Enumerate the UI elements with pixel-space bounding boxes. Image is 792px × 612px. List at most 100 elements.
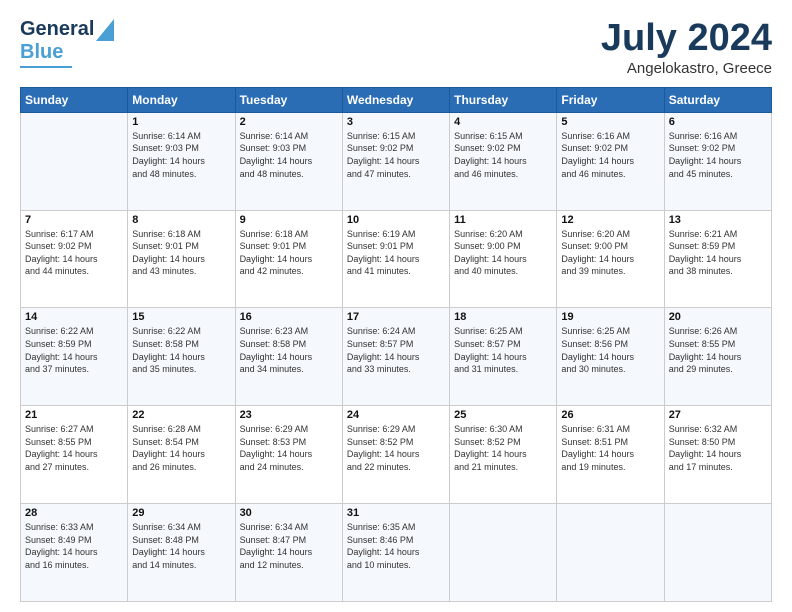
cell-daylight-info: Sunrise: 6:18 AM Sunset: 9:01 PM Dayligh…	[132, 228, 230, 278]
day-number: 5	[561, 116, 659, 128]
cell-daylight-info: Sunrise: 6:26 AM Sunset: 8:55 PM Dayligh…	[669, 325, 767, 375]
day-number: 12	[561, 214, 659, 226]
cell-daylight-info: Sunrise: 6:24 AM Sunset: 8:57 PM Dayligh…	[347, 325, 445, 375]
cell-daylight-info: Sunrise: 6:29 AM Sunset: 8:52 PM Dayligh…	[347, 423, 445, 473]
calendar-cell: 11Sunrise: 6:20 AM Sunset: 9:00 PM Dayli…	[450, 210, 557, 308]
day-number: 13	[669, 214, 767, 226]
cell-daylight-info: Sunrise: 6:14 AM Sunset: 9:03 PM Dayligh…	[132, 130, 230, 180]
main-title: July 2024	[601, 18, 772, 60]
day-number: 10	[347, 214, 445, 226]
cell-daylight-info: Sunrise: 6:21 AM Sunset: 8:59 PM Dayligh…	[669, 228, 767, 278]
calendar-cell: 21 Sunrise: 6:27 AM Sunset: 8:55 PM Dayli…	[21, 406, 128, 504]
calendar-week-5: 28 Sunrise: 6:33 AM Sunset: 8:49 PM Dayli…	[21, 504, 772, 602]
calendar-header-thursday: Thursday	[450, 87, 557, 112]
cell-daylight-info: Sunrise: 6:29 AM Sunset: 8:53 PM Dayligh…	[240, 423, 338, 473]
logo-blue: Blue	[20, 41, 63, 64]
cell-daylight-info: Sunrise: 6:19 AM Sunset: 9:01 PM Dayligh…	[347, 228, 445, 278]
day-number: 31	[347, 507, 445, 519]
calendar-cell: 27 Sunrise: 6:32 AM Sunset: 8:50 PM Dayli…	[664, 406, 771, 504]
calendar-week-4: 21 Sunrise: 6:27 AM Sunset: 8:55 PM Dayli…	[21, 406, 772, 504]
calendar-cell: 12 Sunrise: 6:20 AM Sunset: 9:00 PM Dayli…	[557, 210, 664, 308]
day-number: 30	[240, 507, 338, 519]
cell-daylight-info: Sunrise: 6:32 AM Sunset: 8:50 PM Dayligh…	[669, 423, 767, 473]
calendar-cell: 22Sunrise: 6:28 AM Sunset: 8:54 PM Dayli…	[128, 406, 235, 504]
calendar-cell: 1 Sunrise: 6:14 AM Sunset: 9:03 PM Daylig…	[128, 112, 235, 210]
calendar-cell: 30 Sunrise: 6:34 AM Sunset: 8:47 PM Dayli…	[235, 504, 342, 602]
title-block: July 2024 Angelokastro, Greece	[601, 18, 772, 77]
calendar-cell: 25Sunrise: 6:30 AM Sunset: 8:52 PM Dayli…	[450, 406, 557, 504]
cell-daylight-info: Sunrise: 6:25 AM Sunset: 8:56 PM Dayligh…	[561, 325, 659, 375]
cell-daylight-info: Sunrise: 6:30 AM Sunset: 8:52 PM Dayligh…	[454, 423, 552, 473]
cell-daylight-info: Sunrise: 6:18 AM Sunset: 9:01 PM Dayligh…	[240, 228, 338, 278]
logo-general: General	[20, 18, 94, 41]
day-number: 28	[25, 507, 123, 519]
calendar-cell: 14 Sunrise: 6:22 AM Sunset: 8:59 PM Dayli…	[21, 308, 128, 406]
day-number: 4	[454, 116, 552, 128]
calendar-header-tuesday: Tuesday	[235, 87, 342, 112]
cell-daylight-info: Sunrise: 6:23 AM Sunset: 8:58 PM Dayligh…	[240, 325, 338, 375]
calendar-cell	[664, 504, 771, 602]
calendar-cell	[557, 504, 664, 602]
calendar-week-2: 7Sunrise: 6:17 AM Sunset: 9:02 PM Daylig…	[21, 210, 772, 308]
calendar-week-1: 1 Sunrise: 6:14 AM Sunset: 9:03 PM Daylig…	[21, 112, 772, 210]
calendar-cell: 31 Sunrise: 6:35 AM Sunset: 8:46 PM Dayli…	[342, 504, 449, 602]
cell-daylight-info: Sunrise: 6:33 AM Sunset: 8:49 PM Dayligh…	[25, 521, 123, 571]
day-number: 14	[25, 311, 123, 323]
day-number: 27	[669, 409, 767, 421]
day-number: 8	[132, 214, 230, 226]
day-number: 2	[240, 116, 338, 128]
cell-daylight-info: Sunrise: 6:27 AM Sunset: 8:55 PM Dayligh…	[25, 423, 123, 473]
day-number: 26	[561, 409, 659, 421]
cell-daylight-info: Sunrise: 6:14 AM Sunset: 9:03 PM Dayligh…	[240, 130, 338, 180]
calendar-header-row: SundayMondayTuesdayWednesdayThursdayFrid…	[21, 87, 772, 112]
day-number: 23	[240, 409, 338, 421]
page: General Blue July 2024 Angelokastro, Gre…	[0, 0, 792, 612]
calendar-cell: 28 Sunrise: 6:33 AM Sunset: 8:49 PM Dayli…	[21, 504, 128, 602]
calendar-cell: 19Sunrise: 6:25 AM Sunset: 8:56 PM Dayli…	[557, 308, 664, 406]
calendar-cell: 26 Sunrise: 6:31 AM Sunset: 8:51 PM Dayli…	[557, 406, 664, 504]
cell-daylight-info: Sunrise: 6:22 AM Sunset: 8:58 PM Dayligh…	[132, 325, 230, 375]
calendar-cell: 23 Sunrise: 6:29 AM Sunset: 8:53 PM Dayli…	[235, 406, 342, 504]
calendar-cell: 6Sunrise: 6:16 AM Sunset: 9:02 PM Daylig…	[664, 112, 771, 210]
day-number: 3	[347, 116, 445, 128]
cell-daylight-info: Sunrise: 6:22 AM Sunset: 8:59 PM Dayligh…	[25, 325, 123, 375]
calendar-cell: 4Sunrise: 6:15 AM Sunset: 9:02 PM Daylig…	[450, 112, 557, 210]
day-number: 18	[454, 311, 552, 323]
day-number: 17	[347, 311, 445, 323]
calendar-header-saturday: Saturday	[664, 87, 771, 112]
logo: General Blue	[20, 18, 114, 68]
calendar-cell: 29Sunrise: 6:34 AM Sunset: 8:48 PM Dayli…	[128, 504, 235, 602]
cell-daylight-info: Sunrise: 6:34 AM Sunset: 8:48 PM Dayligh…	[132, 521, 230, 571]
logo-triangle-icon	[96, 19, 114, 41]
calendar-cell: 20 Sunrise: 6:26 AM Sunset: 8:55 PM Dayli…	[664, 308, 771, 406]
calendar-cell: 3 Sunrise: 6:15 AM Sunset: 9:02 PM Daylig…	[342, 112, 449, 210]
cell-daylight-info: Sunrise: 6:34 AM Sunset: 8:47 PM Dayligh…	[240, 521, 338, 571]
day-number: 9	[240, 214, 338, 226]
cell-daylight-info: Sunrise: 6:16 AM Sunset: 9:02 PM Dayligh…	[561, 130, 659, 180]
day-number: 20	[669, 311, 767, 323]
calendar-cell: 2 Sunrise: 6:14 AM Sunset: 9:03 PM Daylig…	[235, 112, 342, 210]
calendar-cell: 8 Sunrise: 6:18 AM Sunset: 9:01 PM Daylig…	[128, 210, 235, 308]
calendar-cell	[21, 112, 128, 210]
cell-daylight-info: Sunrise: 6:15 AM Sunset: 9:02 PM Dayligh…	[347, 130, 445, 180]
calendar-cell: 13 Sunrise: 6:21 AM Sunset: 8:59 PM Dayli…	[664, 210, 771, 308]
calendar-cell: 10 Sunrise: 6:19 AM Sunset: 9:01 PM Dayli…	[342, 210, 449, 308]
day-number: 1	[132, 116, 230, 128]
day-number: 21	[25, 409, 123, 421]
day-number: 6	[669, 116, 767, 128]
calendar-cell: 17 Sunrise: 6:24 AM Sunset: 8:57 PM Dayli…	[342, 308, 449, 406]
calendar-header-wednesday: Wednesday	[342, 87, 449, 112]
calendar-week-3: 14 Sunrise: 6:22 AM Sunset: 8:59 PM Dayli…	[21, 308, 772, 406]
cell-daylight-info: Sunrise: 6:25 AM Sunset: 8:57 PM Dayligh…	[454, 325, 552, 375]
cell-daylight-info: Sunrise: 6:31 AM Sunset: 8:51 PM Dayligh…	[561, 423, 659, 473]
calendar-header-sunday: Sunday	[21, 87, 128, 112]
subtitle: Angelokastro, Greece	[601, 60, 772, 77]
cell-daylight-info: Sunrise: 6:35 AM Sunset: 8:46 PM Dayligh…	[347, 521, 445, 571]
calendar-cell: 16Sunrise: 6:23 AM Sunset: 8:58 PM Dayli…	[235, 308, 342, 406]
calendar-cell: 9 Sunrise: 6:18 AM Sunset: 9:01 PM Daylig…	[235, 210, 342, 308]
calendar-table: SundayMondayTuesdayWednesdayThursdayFrid…	[20, 87, 772, 602]
day-number: 24	[347, 409, 445, 421]
cell-daylight-info: Sunrise: 6:20 AM Sunset: 9:00 PM Dayligh…	[561, 228, 659, 278]
calendar-cell: 18 Sunrise: 6:25 AM Sunset: 8:57 PM Dayli…	[450, 308, 557, 406]
day-number: 11	[454, 214, 552, 226]
